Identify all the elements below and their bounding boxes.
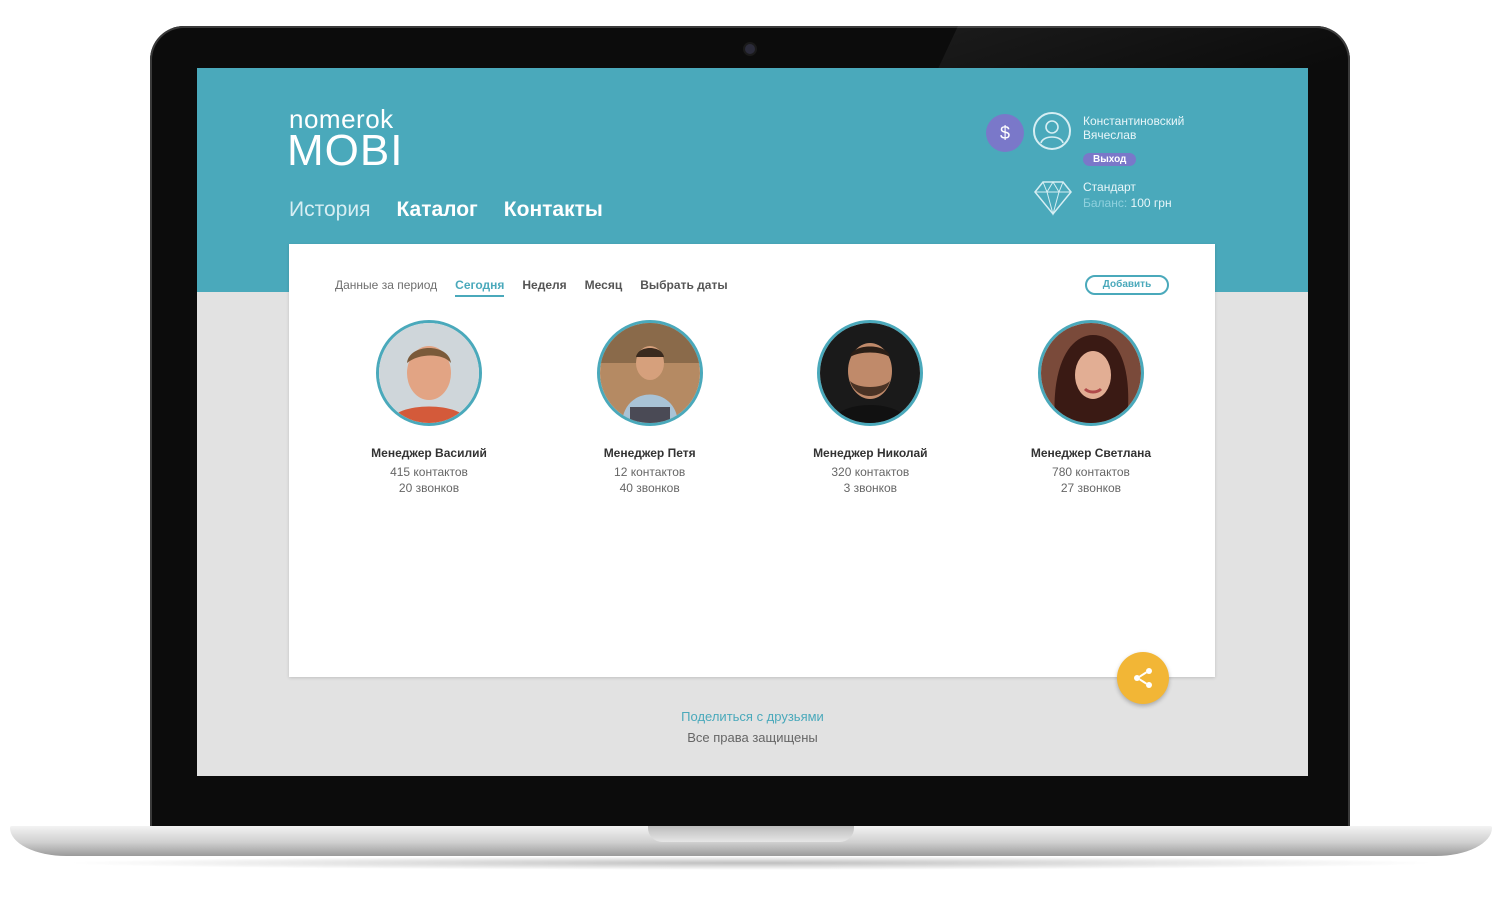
managers-card: Данные за период Сегодня Неделя Месяц Вы…: [289, 244, 1215, 677]
user-name: Константиновский Вячеслав: [1083, 114, 1185, 142]
balance-label: Баланс:: [1083, 196, 1128, 210]
main-nav: История Каталог Контакты: [289, 198, 603, 222]
balance-value: 100 грн: [1130, 196, 1172, 210]
manager-name: Менеджер Светлана: [1030, 446, 1152, 460]
dollar-icon[interactable]: $: [986, 114, 1024, 152]
manager-name: Менеджер Николай: [813, 446, 928, 460]
filter-choose-dates[interactable]: Выбрать даты: [640, 278, 727, 292]
user-icon[interactable]: [1033, 112, 1071, 150]
manager-calls: 27 звонков: [1060, 481, 1122, 495]
manager-calls: 20 звонков: [398, 481, 460, 495]
manager-card[interactable]: Менеджер Николай 320 контактов 3 звонков: [770, 320, 970, 496]
manager-card[interactable]: Менеджер Василий 415 контактов 20 звонко…: [329, 320, 529, 496]
manager-name: Менеджер Петя: [603, 446, 696, 460]
filter-week[interactable]: Неделя: [522, 278, 566, 292]
nav-history[interactable]: История: [289, 198, 370, 222]
manager-avatar[interactable]: [376, 320, 482, 426]
period-filters: Данные за период Сегодня Неделя Месяц Вы…: [335, 278, 728, 297]
manager-calls: 3 звонков: [843, 481, 898, 495]
filter-today[interactable]: Сегодня: [455, 278, 505, 297]
plan-name: Стандарт: [1083, 180, 1136, 194]
add-button[interactable]: Добавить: [1085, 275, 1169, 295]
manager-avatar[interactable]: [817, 320, 924, 426]
manager-avatar[interactable]: [1037, 320, 1144, 426]
period-label: Данные за период: [335, 278, 438, 292]
diamond-icon: [1034, 181, 1072, 216]
laptop-notch: [648, 826, 854, 842]
manager-calls: 40 звонков: [619, 481, 680, 495]
plan-balance: Баланс: 100 грн: [1083, 196, 1172, 210]
webcam: [745, 44, 755, 54]
nav-catalog[interactable]: Каталог: [396, 198, 477, 222]
manager-card[interactable]: Менеджер Светлана 780 контактов 27 звонк…: [991, 320, 1191, 496]
screen: nomerok MOBI История Каталог Контакты $ …: [197, 68, 1308, 776]
manager-contacts: 320 контактов: [831, 465, 910, 479]
manager-contacts: 780 контактов: [1052, 465, 1130, 479]
share-with-friends-link[interactable]: Поделиться с друзьями: [197, 709, 1308, 724]
laptop-shadow: [60, 856, 1442, 870]
manager-contacts: 415 контактов: [390, 465, 468, 479]
logo-line2: MOBI: [287, 126, 404, 175]
share-icon[interactable]: [1117, 652, 1169, 704]
manager-contacts: 12 контактов: [614, 465, 686, 479]
manager-name: Менеджер Василий: [371, 446, 487, 460]
copyright-text: Все права защищены: [687, 730, 818, 745]
manager-avatar[interactable]: [596, 320, 703, 426]
managers-list: Менеджер Василий 415 контактов 20 звонко…: [329, 320, 1191, 496]
manager-card[interactable]: Менеджер Петя 12 контактов 40 звонков: [550, 320, 750, 496]
logout-button[interactable]: Выход: [1083, 153, 1137, 166]
nav-contacts[interactable]: Контакты: [504, 198, 603, 222]
filter-month[interactable]: Месяц: [585, 278, 623, 292]
